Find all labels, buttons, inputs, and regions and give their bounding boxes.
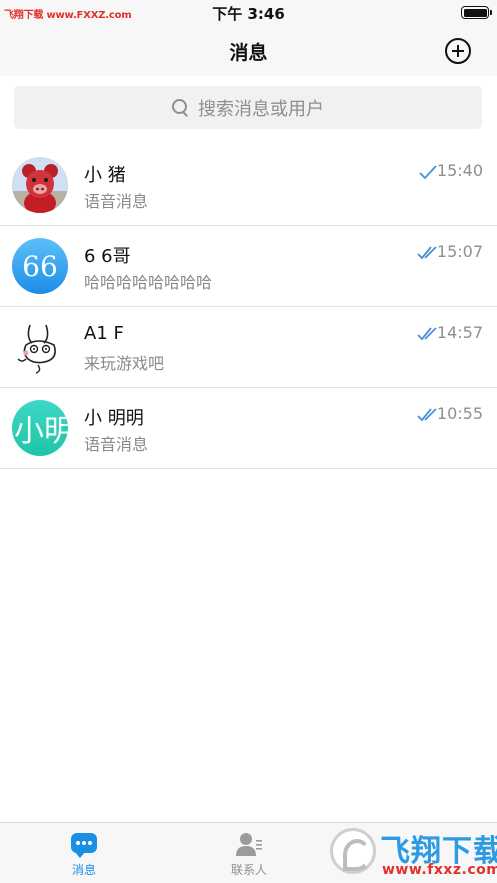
chat-bubble-icon: [70, 831, 98, 858]
conversation-time: 10:55: [436, 404, 483, 423]
site-logo: 飞翔下载 www.fxxz.com: [326, 824, 497, 883]
conversation-time: 14:57: [436, 323, 483, 342]
conversation-preview: 哈哈哈哈哈哈哈哈: [84, 273, 213, 292]
conversation-preview: 语音消息: [84, 435, 149, 454]
conversation-name: A1 F: [84, 323, 124, 344]
double-check-icon: [417, 246, 437, 260]
conversation-list: 小 猪 语音消息 15:40 66 6 6哥 哈哈哈哈哈哈哈哈 15:07 A1…: [0, 145, 497, 469]
pig-avatar-icon: [12, 157, 68, 213]
avatar: 小明: [12, 400, 68, 456]
search-placeholder: 搜索消息或用户: [198, 98, 324, 120]
search-input[interactable]: 搜索消息或用户: [14, 86, 482, 129]
conversation-time: 15:40: [436, 161, 483, 180]
tab-label: 联系人: [230, 863, 267, 877]
conversation-name: 6 6哥: [84, 246, 131, 267]
add-button[interactable]: [445, 38, 471, 64]
logo-icon: [330, 828, 376, 874]
bunny-avatar-icon: [12, 319, 68, 375]
avatar: 66: [12, 238, 68, 294]
navigation-bar: 消息: [0, 26, 497, 76]
status-time: 下午 3:46: [212, 5, 285, 23]
conversation-item[interactable]: 小 猪 语音消息 15:40: [0, 145, 497, 226]
double-check-icon: [417, 327, 437, 341]
conversation-preview: 语音消息: [84, 192, 149, 211]
search-area: 搜索消息或用户: [0, 76, 497, 142]
double-check-icon: [417, 408, 437, 422]
tab-label: 消息: [71, 863, 96, 877]
conversation-time: 15:07: [436, 242, 483, 261]
conversation-item[interactable]: 66 6 6哥 哈哈哈哈哈哈哈哈 15:07: [0, 226, 497, 307]
logo-url: www.fxxz.com: [382, 862, 497, 878]
search-icon: [172, 98, 190, 117]
conversation-item[interactable]: A1 F 来玩游戏吧 14:57: [0, 307, 497, 388]
page-title: 消息: [229, 42, 268, 64]
status-bar: 飞翔下载 www.FXXZ.com 下午 3:46: [0, 0, 497, 26]
conversation-item[interactable]: 小明 小 明明 语音消息 10:55: [0, 388, 497, 469]
battery-icon: [461, 6, 492, 19]
contacts-icon: [235, 831, 263, 857]
tab-contacts[interactable]: 联系人: [209, 831, 289, 878]
single-check-icon: [419, 165, 437, 180]
conversation-name: 小 猪: [84, 165, 126, 186]
conversation-preview: 来玩游戏吧: [84, 354, 165, 373]
avatar: [12, 157, 68, 213]
avatar: [12, 319, 68, 375]
tab-messages[interactable]: 消息: [44, 831, 124, 878]
conversation-name: 小 明明: [84, 408, 144, 429]
